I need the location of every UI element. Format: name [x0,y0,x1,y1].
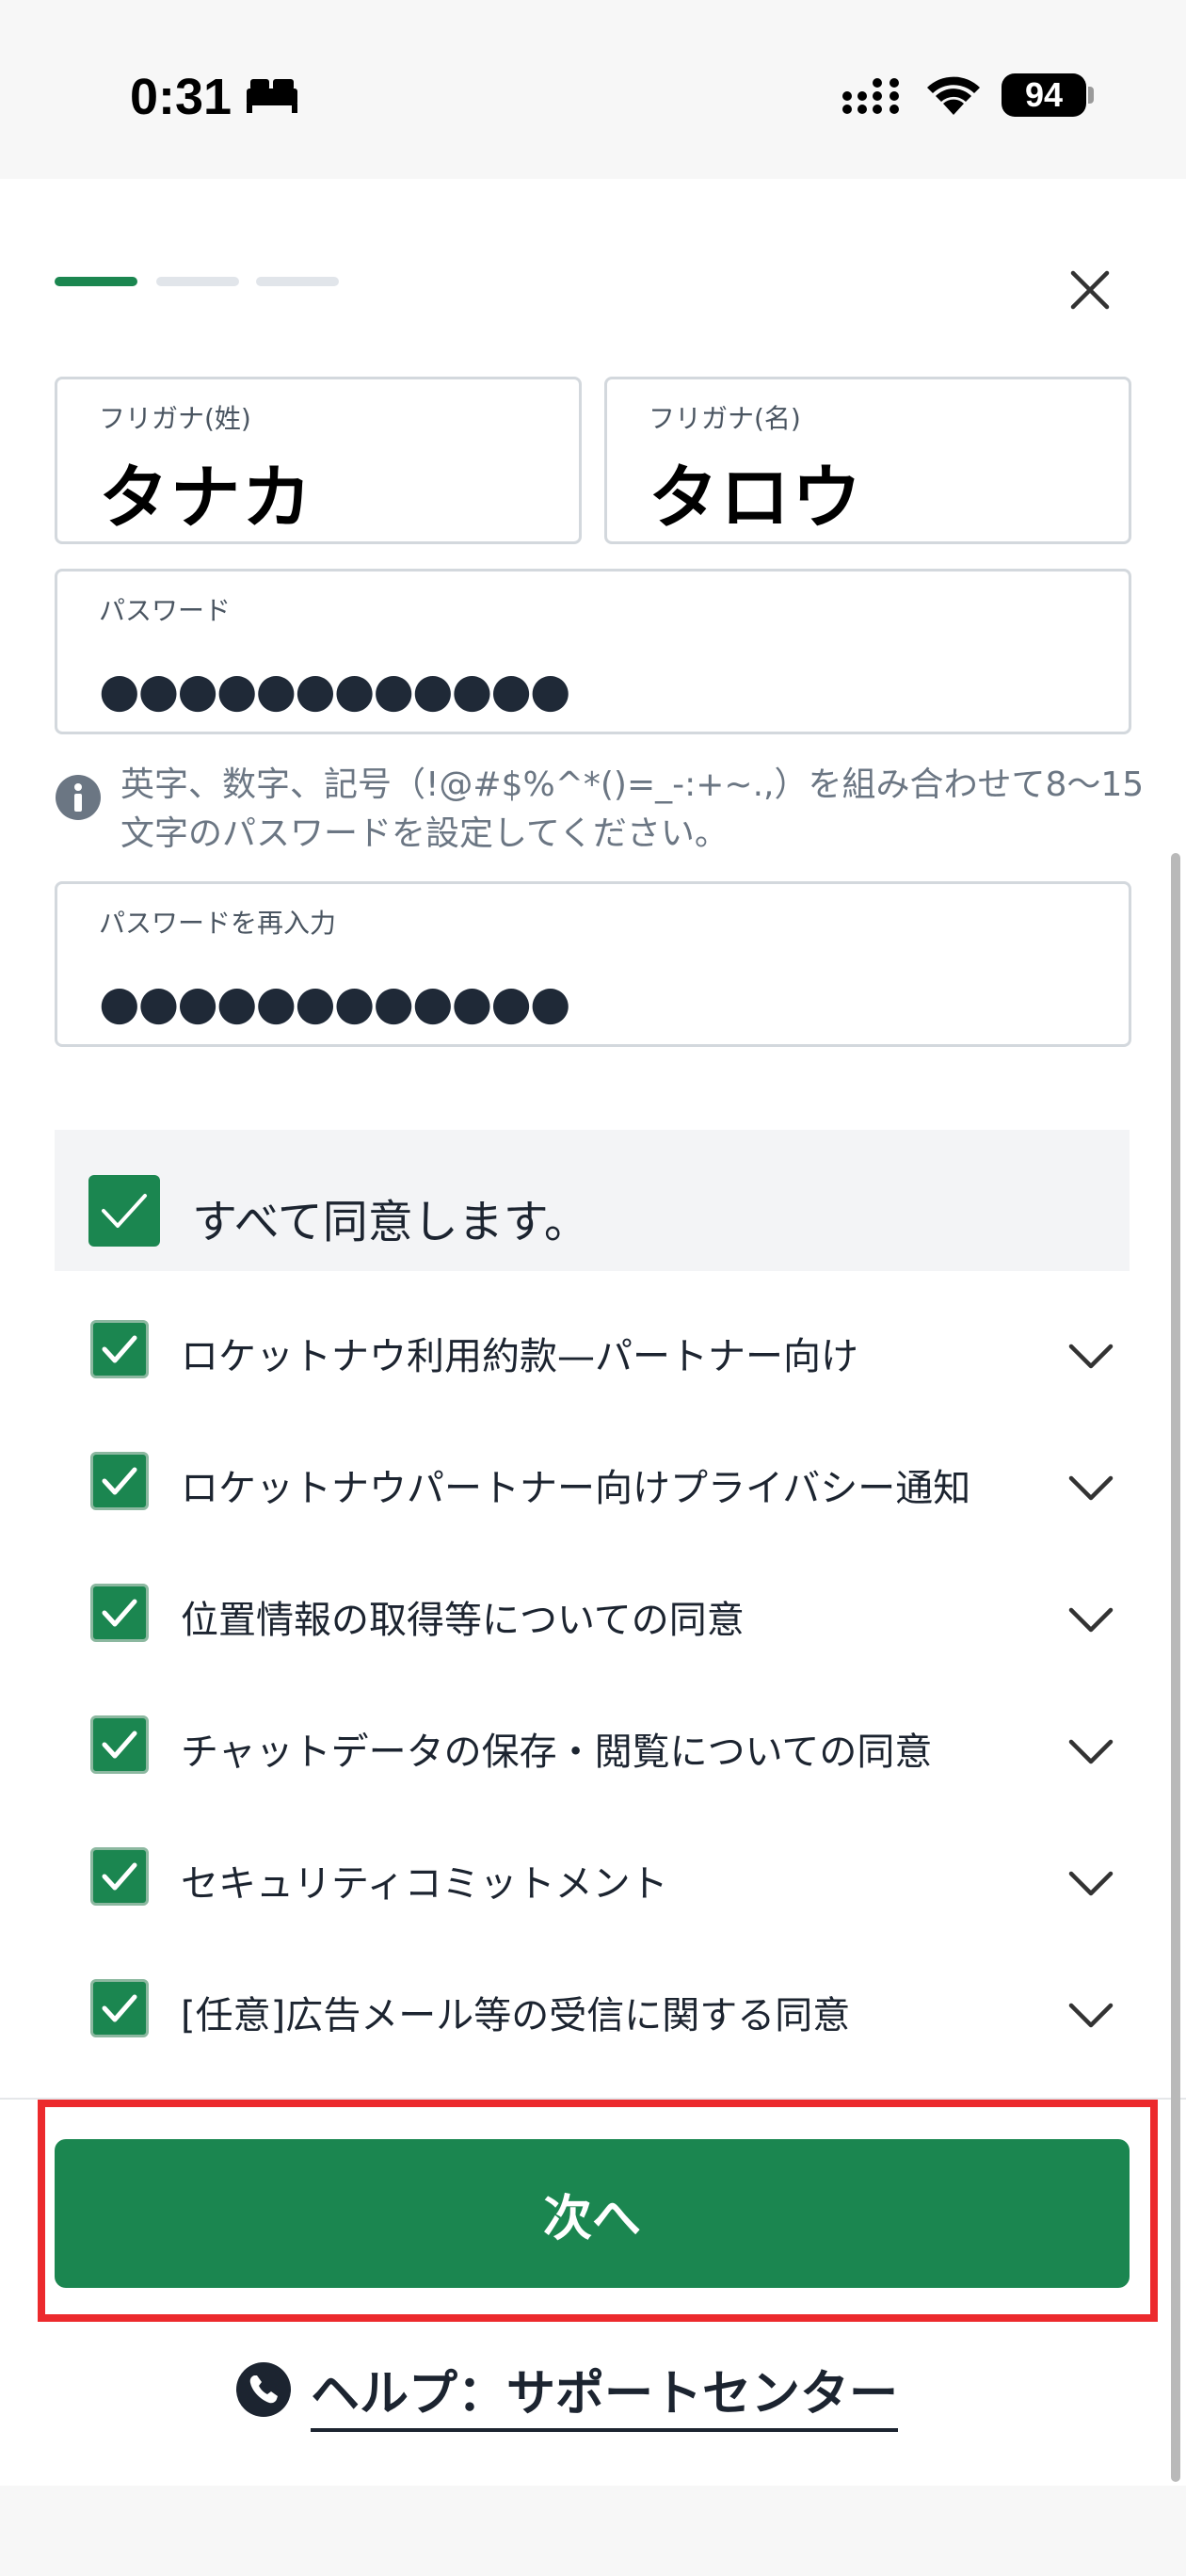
term-label: [任意]広告メール等の受信に関する同意 [181,1994,851,2037]
help-section[interactable]: ヘルプ：サポートセンター [235,2354,960,2432]
term-label: ロケットナウ利用約款—パートナー向け [181,1335,858,1378]
chevron-down-icon[interactable] [1067,1473,1114,1505]
scrollbar[interactable] [1171,853,1180,2482]
checkmark-icon [102,1194,147,1228]
term-row-security-commitment[interactable]: セキュリティコミットメント [90,1847,1135,1932]
progress-step-1 [55,277,137,286]
chevron-down-icon[interactable] [1067,1341,1114,1373]
status-bar: 0:31 94 [0,0,1186,179]
term-checkbox[interactable] [90,1452,149,1510]
checkmark-icon [102,1731,137,1759]
furigana-first-label: フリガナ(名) [649,403,801,434]
progress-step-2 [156,277,239,286]
term-label: ロケットナウパートナー向けプライバシー通知 [181,1467,971,1510]
cellular-signal-icon [842,78,899,114]
sleep-focus-icon [247,79,297,113]
chevron-down-icon[interactable] [1067,1604,1114,1636]
bottom-safe-area [0,2486,1186,2576]
checkmark-icon [102,1599,137,1627]
furigana-first-field[interactable]: フリガナ(名) タロウ [604,377,1131,544]
term-label: 位置情報の取得等についての同意 [181,1599,745,1642]
checkmark-icon [102,1467,137,1495]
password-masked-value: ●●●●●●●●●●●● [99,663,571,717]
agree-all-row[interactable]: すべて同意します。 [55,1130,1130,1271]
term-checkbox[interactable] [90,1584,149,1642]
progress-step-3 [256,277,339,286]
term-checkbox[interactable] [90,1715,149,1774]
term-row-location-consent[interactable]: 位置情報の取得等についての同意 [90,1584,1135,1668]
wifi-icon [927,76,980,115]
term-label: セキュリティコミットメント [181,1862,668,1906]
term-row-ad-email-consent[interactable]: [任意]広告メール等の受信に関する同意 [90,1979,1135,2064]
term-checkbox[interactable] [90,1847,149,1906]
term-row-chat-data-consent[interactable]: チャットデータの保存・閲覧についての同意 [90,1715,1135,1800]
chevron-down-icon[interactable] [1067,1736,1114,1768]
term-checkbox[interactable] [90,1320,149,1378]
term-label: チャットデータの保存・閲覧についての同意 [181,1731,933,1774]
battery-indicator: 94 [1002,73,1086,117]
info-icon [56,775,101,820]
password-field[interactable]: パスワード ●●●●●●●●●●●● [55,569,1131,734]
furigana-last-value: タナカ [99,458,313,539]
checkmark-icon [102,1862,137,1891]
password-hint-text: 英字、数字、記号（!@#$%^*()=_-:+~.,）を組み合わせて8〜15文字… [120,765,1145,853]
agree-all-checkbox[interactable] [88,1175,160,1247]
battery-nub [1088,87,1094,104]
password-confirm-masked-value: ●●●●●●●●●●●● [99,975,571,1030]
term-checkbox[interactable] [90,1979,149,2037]
support-center-link[interactable]: ヘルプ：サポートセンター [311,2354,899,2432]
agree-all-label: すべて同意します。 [192,1196,589,1248]
furigana-last-field[interactable]: フリガナ(姓) タナカ [55,377,582,544]
phone-icon [236,2362,291,2417]
close-icon[interactable] [1066,266,1114,314]
furigana-first-value: タロウ [649,458,863,539]
status-time: 0:31 [130,69,232,125]
checkmark-icon [102,1994,137,2022]
furigana-last-label: フリガナ(姓) [99,403,251,434]
chevron-down-icon[interactable] [1067,1868,1114,1900]
password-label: パスワード [99,595,232,626]
term-row-partner-terms[interactable]: ロケットナウ利用約款—パートナー向け [90,1320,1135,1405]
term-row-privacy-notice[interactable]: ロケットナウパートナー向けプライバシー通知 [90,1452,1135,1537]
password-confirm-field[interactable]: パスワードを再入力 ●●●●●●●●●●●● [55,881,1131,1047]
password-confirm-label: パスワードを再入力 [99,908,337,939]
next-button[interactable]: 次へ [55,2139,1130,2288]
checkmark-icon [102,1335,137,1363]
chevron-down-icon[interactable] [1067,2000,1114,2032]
